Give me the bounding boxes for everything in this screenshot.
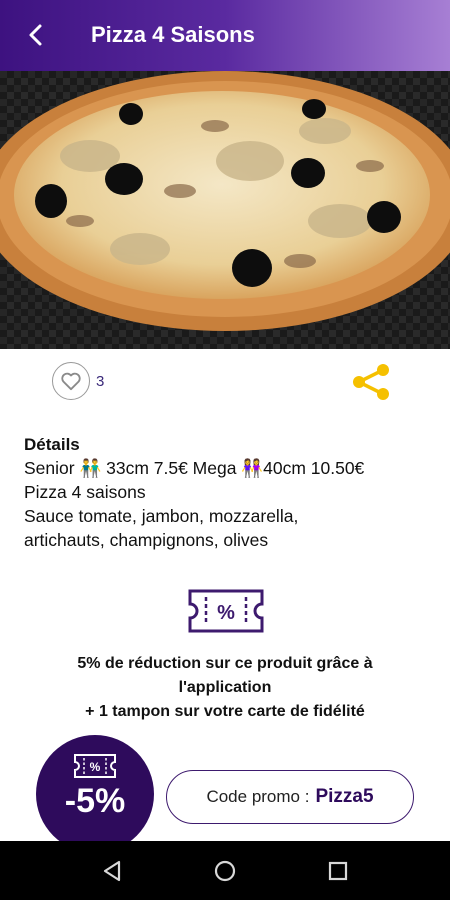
details-line: Pizza 4 saisons	[24, 482, 146, 502]
discount-badge-text: -5%	[64, 782, 126, 820]
back-triangle-icon[interactable]	[100, 858, 126, 884]
promo-line: 5% de réduction sur ce produit grâce à	[77, 655, 373, 672]
details-heading: Détails	[24, 435, 80, 454]
share-icon[interactable]	[350, 361, 392, 403]
page-title: Pizza 4 Saisons	[91, 22, 255, 47]
promo-line: l'application	[178, 679, 272, 696]
like-count: 3	[96, 372, 105, 390]
details-line: Sauce tomate, jambon, mozzarella,	[24, 506, 299, 526]
discount-ticket-icon: %	[74, 754, 116, 778]
discount-ticket-icon: %	[188, 589, 264, 633]
heart-outline-icon	[61, 372, 81, 391]
promo-line: + 1 tampon sur votre carte de fidélité	[85, 703, 365, 720]
likes: 3	[52, 362, 104, 400]
system-nav-bar	[0, 841, 450, 900]
app-bar: Pizza 4 Saisons	[0, 0, 450, 71]
promo-description: 5% de réduction sur ce produit grâce à l…	[0, 652, 450, 724]
pizza-photo	[0, 71, 450, 349]
home-circle-icon[interactable]	[212, 858, 238, 884]
svg-text:%: %	[90, 760, 101, 774]
like-button[interactable]	[52, 362, 90, 400]
details-line: artichauts, champignons, olives	[24, 530, 269, 550]
back-arrow-icon[interactable]	[22, 21, 50, 49]
promo-code-button[interactable]: Code promo : Pizza5	[166, 770, 414, 824]
details-section: Détails Senior 👬 33cm 7.5€ Mega 👭40cm 10…	[24, 434, 434, 552]
promo-code-value: Pizza5	[315, 786, 374, 807]
svg-text:%: %	[217, 602, 235, 624]
details-line: Senior 👬 33cm 7.5€ Mega 👭40cm 10.50€	[24, 458, 365, 478]
recents-square-icon[interactable]	[325, 858, 351, 884]
discount-badge: % -5%	[36, 735, 154, 853]
promo-code-label: Code promo :	[206, 787, 310, 806]
